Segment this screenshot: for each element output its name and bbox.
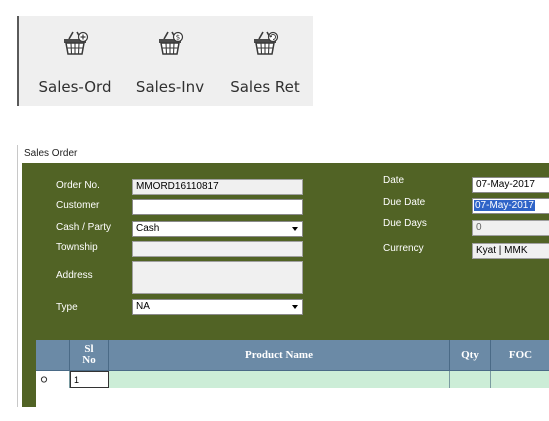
order-no-label: Order No.: [56, 180, 100, 191]
sales-return-button[interactable]: Sales Ret: [223, 28, 307, 100]
township-field[interactable]: [132, 241, 303, 257]
due-date-selected-text: 07-May-2017: [474, 200, 535, 211]
due-date-field[interactable]: 07-May-2017: [472, 198, 549, 214]
cash-party-label: Cash / Party: [56, 222, 112, 233]
order-lines-grid: Sl No Product Name Qty FOC 1: [36, 340, 549, 407]
column-foc[interactable]: FOC: [491, 340, 549, 370]
toolbar-divider: [17, 16, 19, 106]
due-days-field[interactable]: 0: [472, 220, 549, 236]
grid-empty-area: [36, 388, 549, 407]
cell-qty[interactable]: [450, 371, 491, 388]
table-row[interactable]: 1: [36, 371, 549, 388]
type-value: NA: [136, 301, 150, 312]
due-date-label: Due Date: [383, 197, 426, 208]
chevron-down-icon: [292, 227, 298, 231]
toolbar: Sales-Ord $ Sales-Inv Sales Ret: [17, 16, 313, 106]
window-title: Sales Order: [24, 148, 78, 159]
currency-label: Currency: [383, 243, 424, 254]
grid-row-header-corner: [36, 340, 70, 370]
current-row-indicator-icon: [40, 376, 48, 383]
basket-plus-icon: [64, 31, 89, 55]
due-days-label: Due Days: [383, 218, 427, 229]
order-no-field[interactable]: MMORD16110817: [132, 179, 303, 195]
grid-header: Sl No Product Name Qty FOC: [36, 340, 549, 371]
cash-party-value: Cash: [136, 223, 160, 234]
form-panel: Order No. MMORD16110817 Customer Cash / …: [22, 163, 549, 407]
cash-party-dropdown[interactable]: Cash: [132, 221, 303, 237]
column-qty[interactable]: Qty: [450, 340, 491, 370]
customer-label: Customer: [56, 200, 100, 211]
date-field[interactable]: 07-May-2017: [472, 177, 549, 193]
cell-product-name[interactable]: [109, 371, 450, 388]
cell-sl-no[interactable]: 1: [70, 371, 109, 388]
window-titlebar: Sales Order: [18, 145, 549, 163]
township-label: Township: [56, 242, 98, 253]
currency-field[interactable]: Kyat | MMK: [472, 243, 549, 259]
sales-invoice-button[interactable]: $ Sales-Inv: [128, 28, 212, 100]
sales-order-label: Sales-Ord: [38, 78, 112, 96]
row-selector[interactable]: [36, 371, 70, 388]
column-sl-no-label: Sl No: [82, 343, 96, 366]
basket-dollar-icon: $: [159, 31, 184, 55]
address-field[interactable]: [132, 261, 303, 294]
cell-foc[interactable]: [491, 371, 549, 388]
sales-order-button[interactable]: Sales-Ord: [33, 28, 117, 100]
column-product-name[interactable]: Product Name: [109, 340, 450, 370]
sales-order-window: Sales Order Order No. MMORD16110817 Cust…: [17, 145, 549, 407]
address-label: Address: [56, 270, 93, 281]
basket-return-icon: [254, 31, 279, 55]
customer-field[interactable]: [132, 199, 303, 215]
type-dropdown[interactable]: NA: [132, 299, 303, 315]
type-label: Type: [56, 302, 78, 313]
sales-return-label: Sales Ret: [230, 78, 300, 96]
svg-text:$: $: [176, 34, 180, 42]
chevron-down-icon: [292, 305, 298, 309]
column-sl-no[interactable]: Sl No: [70, 340, 109, 370]
date-label: Date: [383, 175, 405, 186]
sales-invoice-label: Sales-Inv: [135, 78, 205, 96]
